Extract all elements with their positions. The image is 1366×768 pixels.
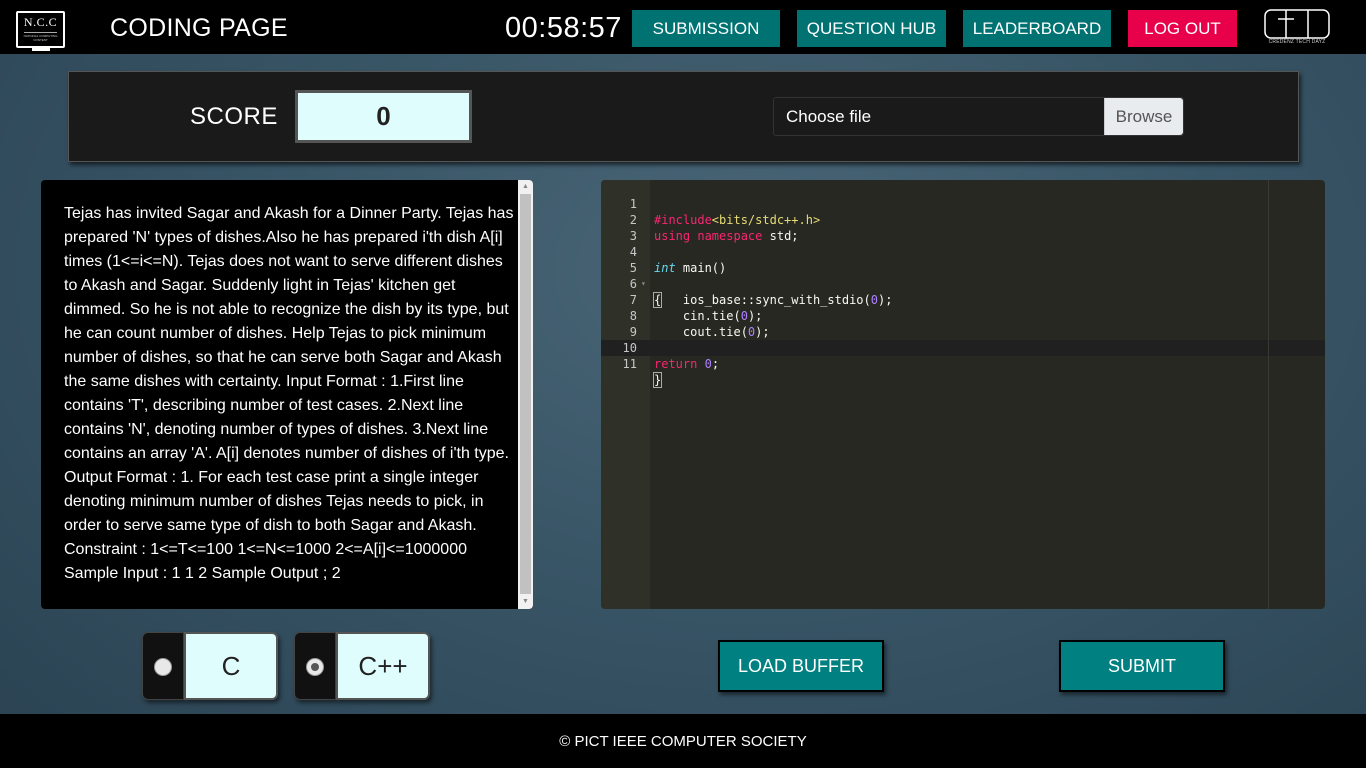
scrollbar-thumb[interactable]: [520, 194, 531, 594]
top-navbar: N.C.C NATIONAL COMPUTING CONTEST CODING …: [0, 0, 1366, 54]
code-line: 1 #include<bits/stdc++.h>: [601, 180, 1325, 227]
file-upload-input[interactable]: Choose file Browse: [773, 97, 1184, 136]
code-line: 7 cin.tie(0);: [601, 276, 1325, 323]
code-line: 9: [601, 308, 1325, 339]
c-language-label[interactable]: C: [184, 632, 278, 700]
code-line: 10 return 0;: [601, 324, 1325, 371]
line-code: return 0;: [654, 357, 720, 371]
scroll-up-arrow-icon[interactable]: ▲: [518, 180, 533, 194]
countdown-timer: 00:58:57: [505, 12, 622, 44]
logout-button[interactable]: LOG OUT: [1128, 10, 1237, 47]
ncc-logo-subtext: NATIONAL COMPUTING CONTEST: [23, 34, 58, 42]
radio-container: [294, 632, 336, 700]
scroll-down-arrow-icon[interactable]: ▼: [518, 595, 533, 609]
code-editor[interactable]: 1 #include<bits/stdc++.h> 2 using namesp…: [601, 180, 1325, 609]
score-value: 0: [295, 90, 472, 143]
code-line: 3: [601, 212, 1325, 243]
question-text: Tejas has invited Sagar and Akash for a …: [64, 205, 514, 582]
question-panel: Tejas has invited Sagar and Akash for a …: [41, 180, 533, 609]
score-panel: SCORE 0 Choose file Browse: [68, 71, 1299, 162]
question-hub-button[interactable]: QUESTION HUB: [797, 10, 946, 47]
monitor-stand: [32, 47, 50, 51]
radio-container: [142, 632, 184, 700]
score-label: SCORE: [190, 103, 278, 130]
cpp-radio-button[interactable]: [306, 658, 324, 676]
code-line: 2 using namespace std;: [601, 196, 1325, 243]
ctd-logo: CREDENZ TECH DAYZ: [1264, 9, 1330, 47]
cpp-language-label[interactable]: C++: [336, 632, 430, 700]
line-number: 11: [622, 357, 637, 371]
code-line: 5 ▾ {: [601, 244, 1325, 308]
logo-divider: [24, 32, 57, 33]
submit-button[interactable]: SUBMIT: [1059, 640, 1225, 692]
submission-button[interactable]: SUBMISSION: [632, 10, 780, 47]
c-radio-button[interactable]: [154, 658, 172, 676]
code-line: 11 }: [601, 340, 1325, 388]
code-line: 8 cout.tie(0);: [601, 292, 1325, 339]
radio-selected-dot: [311, 663, 319, 671]
file-upload-label: Choose file: [786, 107, 872, 126]
question-scrollbar[interactable]: ▲ ▼: [518, 180, 533, 609]
page-title: CODING PAGE: [110, 14, 288, 42]
ncc-logo-text: N.C.C: [23, 15, 58, 29]
leaderboard-button[interactable]: LEADERBOARD: [963, 10, 1111, 47]
copyright-text: © PICT IEEE COMPUTER SOCIETY: [559, 732, 807, 750]
load-buffer-button[interactable]: LOAD BUFFER: [718, 640, 884, 692]
browse-button[interactable]: Browse: [1104, 98, 1183, 135]
code-line: 6 ios_base::sync_with_stdio(0);: [601, 260, 1325, 307]
footer: © PICT IEEE COMPUTER SOCIETY: [0, 714, 1366, 768]
ncc-logo[interactable]: N.C.C NATIONAL COMPUTING CONTEST: [16, 11, 65, 51]
code-line: 4 int main(): [601, 228, 1325, 275]
line-code: }: [652, 372, 663, 388]
ctd-logo-text: CREDENZ TECH DAYZ: [1268, 39, 1326, 45]
